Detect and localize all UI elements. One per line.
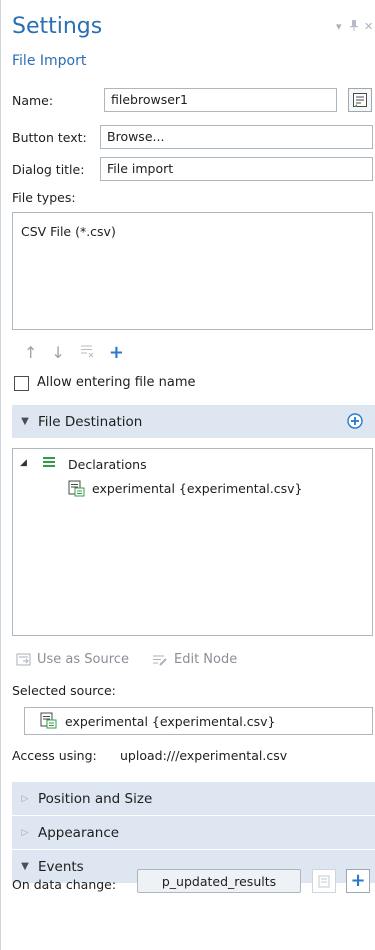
section-appearance[interactable]: ▷ Appearance <box>12 816 375 849</box>
button-text-input[interactable]: Browse... <box>100 125 373 149</box>
expand-icon: ▷ <box>21 827 29 838</box>
add-icon: + <box>350 870 366 891</box>
collapse-icon: ▼ <box>21 861 29 872</box>
add-icon[interactable]: + <box>109 342 124 363</box>
section-title: Events <box>38 858 84 875</box>
declarations-icon <box>42 456 56 472</box>
add-method-button[interactable]: + <box>346 869 370 893</box>
go-to-method-button[interactable] <box>312 869 336 893</box>
name-label: Name: <box>12 93 54 108</box>
panel-title: Settings <box>12 14 103 39</box>
dropdown-icon[interactable]: ▾ <box>336 20 342 33</box>
access-using-value: upload:///experimental.csv <box>120 748 288 763</box>
pin-icon[interactable] <box>350 20 358 34</box>
use-as-source-button[interactable]: Use as Source <box>37 652 129 667</box>
add-destination-icon[interactable] <box>347 413 363 433</box>
use-as-source-icon <box>16 653 32 671</box>
list-toolbar: ↑ ↓ + <box>24 342 124 363</box>
go-to-icon <box>318 875 330 888</box>
delete-list-icon[interactable] <box>79 343 95 363</box>
dialog-title-input[interactable]: File import <box>100 157 373 181</box>
selected-source-field[interactable]: experimental {experimental.csv} <box>24 707 373 735</box>
section-file-destination[interactable]: ▼ File Destination <box>12 405 375 438</box>
section-title: Appearance <box>38 824 120 841</box>
selected-file-icon <box>40 712 57 733</box>
access-using-label: Access using: <box>12 748 97 763</box>
file-types-list[interactable]: CSV File (*.csv) <box>12 212 373 330</box>
on-data-change-label: On data change: <box>12 877 117 892</box>
edit-name-button[interactable] <box>348 88 372 112</box>
allow-entering-checkbox[interactable] <box>14 376 29 391</box>
button-text-label: Button text: <box>12 130 87 145</box>
panel-subtitle: File Import <box>12 53 87 69</box>
close-icon[interactable]: ✕ <box>364 20 373 33</box>
expand-icon: ▷ <box>21 793 29 804</box>
panel-left-border <box>0 0 1 950</box>
edit-node-button[interactable]: Edit Node <box>174 652 237 667</box>
move-up-icon[interactable]: ↑ <box>24 343 37 362</box>
list-item[interactable]: CSV File (*.csv) <box>21 224 116 239</box>
edit-node-icon <box>152 653 168 671</box>
section-title: File Destination <box>38 413 143 430</box>
tree-item-experimental[interactable]: experimental {experimental.csv} <box>92 481 303 496</box>
destination-tree[interactable]: ◢ Declarations experimental {experimenta… <box>12 448 373 636</box>
file-node-icon <box>68 480 85 501</box>
collapse-icon: ▼ <box>21 416 29 427</box>
move-down-icon[interactable]: ↓ <box>51 343 64 362</box>
file-types-label: File types: <box>12 190 76 205</box>
note-icon <box>353 93 367 107</box>
allow-entering-label: Allow entering file name <box>37 375 196 390</box>
section-position-and-size[interactable]: ▷ Position and Size <box>12 782 375 815</box>
dialog-title-label: Dialog title: <box>12 162 85 177</box>
section-title: Position and Size <box>38 790 153 807</box>
tree-expander-icon[interactable]: ◢ <box>20 458 27 468</box>
on-data-change-field[interactable]: p_updated_results <box>137 869 301 893</box>
name-input[interactable]: filebrowser1 <box>104 88 337 112</box>
selected-source-label: Selected source: <box>12 683 116 698</box>
tree-item-declarations[interactable]: Declarations <box>68 457 147 472</box>
